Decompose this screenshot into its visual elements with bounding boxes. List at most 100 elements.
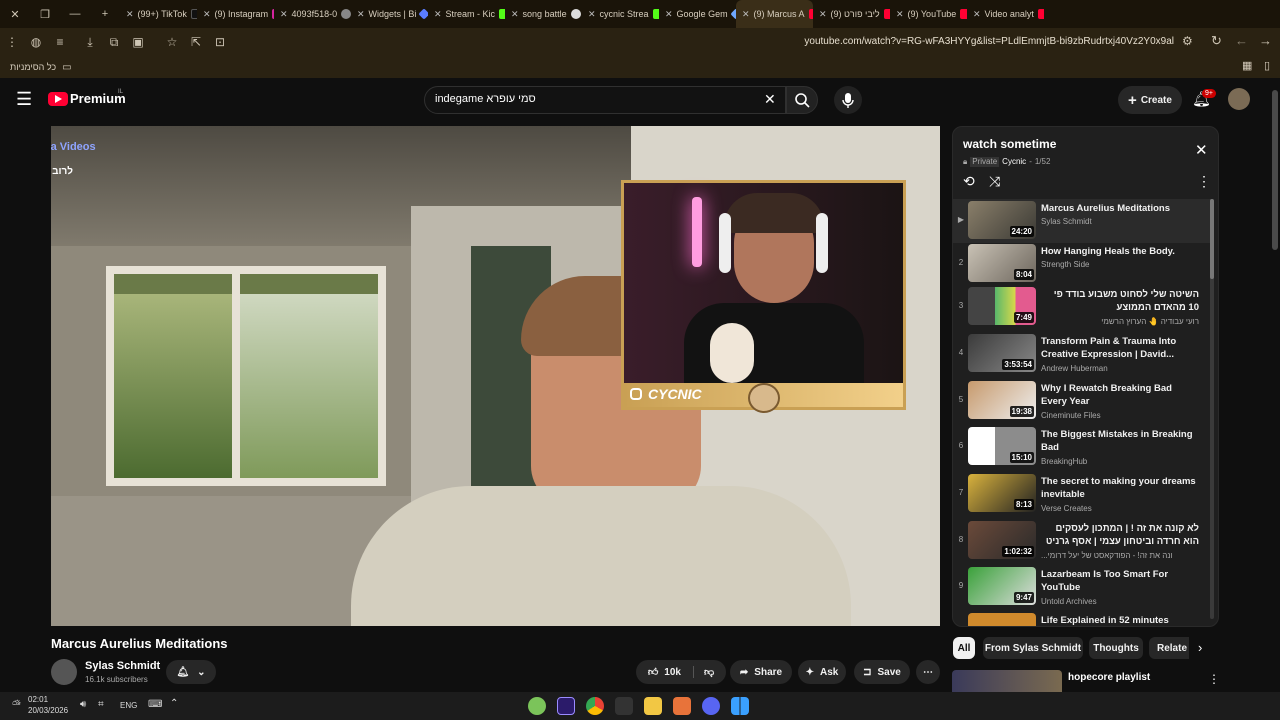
close-tab-icon[interactable]: ✕ [665,9,673,20]
install-icon[interactable]: ⊡ [208,35,232,49]
next-video-thumbnail[interactable] [952,670,1062,692]
grid-icon[interactable]: ▦ [1242,59,1252,72]
search-input[interactable]: indegame סמי עופרא [424,86,786,114]
loop-icon[interactable]: ⟲ [963,173,975,190]
save-button[interactable]: ⊐ Save [854,660,910,684]
weather-icon[interactable]: ⛅︎ [12,699,21,712]
clock-date[interactable]: 20/03/2026 [28,706,68,715]
close-tab-icon[interactable]: ✕ [588,9,596,20]
playlist-item[interactable]: 9 9:47 Lazarbeam Is Too Smart For YouTub… [953,565,1211,609]
browser-tab[interactable]: ✕ (9) ליבי פורט [813,0,890,28]
browser-tab[interactable]: ✕ song battle [505,0,582,28]
youtube-logo-icon[interactable] [48,92,68,106]
playlist-title[interactable]: watch sometime [963,137,1056,151]
page-scrollbar[interactable] [1272,90,1278,250]
close-tab-icon[interactable]: ✕ [357,9,365,20]
close-tab-icon[interactable]: ✕ [280,9,288,20]
browser-tab-active[interactable]: ✕ (9) Marcus A [736,0,813,28]
browser-tab[interactable]: ✕ Stream - Kic [428,0,505,28]
close-tab-icon[interactable]: ✕ [896,9,904,20]
create-button[interactable]: + Create [1118,86,1182,114]
search-button[interactable] [786,86,818,114]
windows-start-icon[interactable] [731,697,749,715]
site-settings-icon[interactable]: ⚙ [1182,34,1193,48]
bookmark-star-icon[interactable]: ☆ [160,35,184,49]
extensions-icon[interactable]: ⧉ [102,35,126,50]
epic-games-icon[interactable] [615,697,633,715]
menu-dots-icon[interactable]: ⋮ [0,35,24,49]
dislike-button[interactable]: 👎︎ [694,666,714,678]
playlist-item[interactable]: 3 7:49 השיטה שלי לסחוט משבוע בודד פי 10 … [953,285,1211,329]
close-tab-icon[interactable]: ✕ [434,9,442,20]
address-bar[interactable]: youtube.com/watch?v=RG-wFA3HYYg&list=PLd… [804,36,1174,47]
new-tab-icon[interactable]: + [90,8,120,20]
language-indicator[interactable]: ENG [120,701,137,710]
restore-window-icon[interactable]: ❐ [30,8,60,21]
browser-tab[interactable]: ✕ Google Gem [659,0,736,28]
chevron-right-icon[interactable]: › [1198,640,1202,655]
playlist-item[interactable]: 5 19:38 Why I Rewatch Breaking Bad Every… [953,379,1211,423]
browser-tab[interactable]: ✕ (9) Instagram [197,0,274,28]
channel-avatar[interactable] [51,659,77,685]
browser-tab[interactable]: ✕ cycnic Strea [582,0,659,28]
playlist-scrollbar[interactable] [1210,199,1214,619]
download-icon[interactable]: ⤓ [78,35,102,50]
browser-tab[interactable]: ✕ 4093f518-0 [274,0,351,28]
shuffle-icon[interactable]: ⤨ [989,173,1000,190]
chrome-icon[interactable] [586,697,604,715]
reading-list-icon[interactable]: ≡ [48,35,72,49]
close-tab-icon[interactable]: ✕ [126,9,134,20]
clock-time[interactable]: 02:01 [28,695,48,704]
file-explorer-icon[interactable] [644,697,662,715]
app-icon-green[interactable] [528,697,546,715]
playlist-menu-icon[interactable]: ⋮ [1197,173,1211,190]
clear-search-icon[interactable]: ✕ [764,91,776,108]
next-video-title[interactable]: hopecore playlist [1068,672,1150,683]
close-tab-icon[interactable]: ✕ [203,9,211,20]
keyboard-icon[interactable]: ⌨ [148,699,162,710]
channel-name[interactable]: Sylas Schmidt [85,660,160,672]
account-avatar[interactable] [1228,88,1250,110]
close-tab-icon[interactable]: ✕ [973,9,981,20]
close-window-icon[interactable]: ✕ [0,8,30,21]
discord-icon[interactable] [702,697,720,715]
sidebar-icon[interactable]: ▯ [1264,59,1270,72]
browser-tab[interactable]: ✕ Video analyt [967,0,1044,28]
all-bookmarks-label[interactable]: כל הסימניות [10,62,56,72]
browser-tab[interactable]: ✕ Widgets | Bi [351,0,428,28]
profile-icon[interactable]: ◍ [24,35,48,49]
close-tab-icon[interactable]: ✕ [819,9,827,20]
playlist-item[interactable]: Life Explained in 52 minutes [953,611,1211,626]
voice-search-button[interactable] [834,86,862,114]
volume-icon[interactable]: 🔊︎ [80,699,86,710]
chip-from-channel[interactable]: From Sylas Schmidt [983,637,1083,659]
chip-all[interactable]: All [953,637,975,659]
files-app-icon[interactable] [673,697,691,715]
subscribed-bell-button[interactable]: 🔔︎ ⌄ [166,660,216,684]
premiere-icon[interactable] [557,697,575,715]
playlist-item[interactable]: 6 15:10 The Biggest Mistakes in Breaking… [953,425,1211,469]
playlist-item[interactable]: 7 8:13 The secret to making your dreams … [953,472,1211,516]
ask-button[interactable]: ✦ Ask [798,660,846,684]
tray-chevron-icon[interactable]: ⌃ [170,698,178,709]
close-tab-icon[interactable]: ✕ [742,9,750,20]
next-video-menu-icon[interactable]: ⋮ [1208,672,1220,686]
playlist-item[interactable]: 4 3:53:54 Transform Pain & Trauma Into C… [953,332,1211,376]
forward-icon[interactable]: ← [1235,33,1248,48]
chip-thoughts[interactable]: Thoughts [1089,637,1143,659]
share-page-icon[interactable]: ⇱ [184,35,208,49]
back-icon[interactable]: → [1259,33,1272,48]
reload-icon[interactable]: ↻ [1211,33,1222,49]
playlist-item[interactable]: 2 8:04 How Hanging Heals the Body. Stren… [953,242,1211,286]
browser-tab[interactable]: ✕ (99+) TikTok [120,0,197,28]
like-button[interactable]: 👍︎ 10k [648,666,694,678]
puzzle-icon[interactable]: ▣ [126,35,150,49]
playlist-item[interactable]: ▶ 24:20 Marcus Aurelius Meditations Syla… [953,199,1211,243]
chip-related[interactable]: Relate [1149,637,1189,659]
browser-tab[interactable]: ✕ (9) YouTube [890,0,967,28]
playlist-item[interactable]: 8 1:02:32 לא קונה את זה ! | המתכון לעסקי… [953,519,1211,563]
close-tab-icon[interactable]: ✕ [511,9,519,20]
minimize-window-icon[interactable]: — [60,8,90,20]
hamburger-menu-icon[interactable]: ☰ [16,90,32,108]
close-playlist-icon[interactable]: ✕ [1195,141,1208,159]
